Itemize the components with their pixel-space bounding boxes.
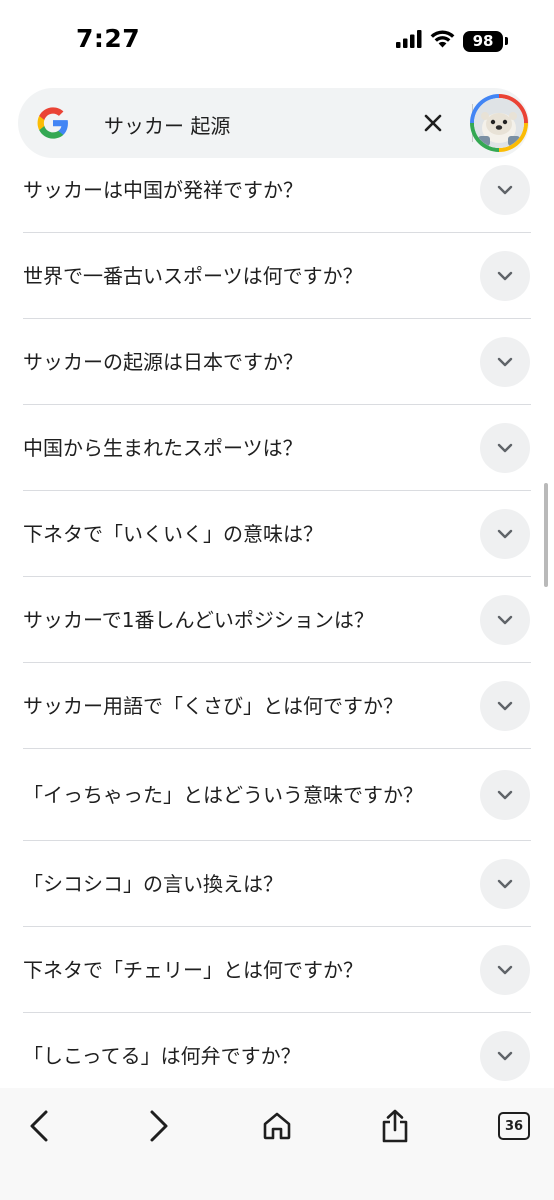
chevron-down-icon xyxy=(497,357,513,366)
question-item[interactable]: サッカー用語で「くさび」とは何ですか？ xyxy=(23,663,531,749)
chevron-down-icon xyxy=(497,443,513,452)
expand-button[interactable] xyxy=(480,164,530,215)
expand-button[interactable] xyxy=(480,508,530,559)
question-text[interactable]: サッカーは中国が発祥ですか？ xyxy=(23,175,453,205)
close-icon[interactable] xyxy=(416,106,450,140)
question-item[interactable]: 「しこってる」は何弁ですか？ xyxy=(23,1013,531,1098)
forward-arrow-icon xyxy=(150,1110,168,1142)
question-item[interactable]: 「シコシコ」の言い換えは？ xyxy=(23,841,531,927)
tab-count: 36 xyxy=(504,1118,524,1134)
wifi-icon xyxy=(430,30,455,52)
question-item[interactable]: サッカーは中国が発祥ですか？ xyxy=(23,147,531,233)
share-button[interactable] xyxy=(371,1102,419,1150)
question-item[interactable]: サッカーの起源は日本ですか？ xyxy=(23,319,531,405)
question-item[interactable]: 世界で一番古いスポーツは何ですか？ xyxy=(23,233,531,319)
tabs-icon: 36 xyxy=(498,1112,530,1140)
status-icons: 98 xyxy=(396,30,508,52)
expand-button[interactable] xyxy=(480,769,530,820)
question-text[interactable]: 下ネタで「いくいく」の意味は？ xyxy=(23,519,453,549)
expand-button[interactable] xyxy=(480,422,530,473)
share-icon xyxy=(382,1109,408,1143)
question-text[interactable]: サッカーの起源は日本ですか？ xyxy=(23,347,453,377)
question-item[interactable]: 「イっちゃった」とはどういう意味ですか？ xyxy=(23,749,531,841)
question-item[interactable]: 下ネタで「チェリー」とは何ですか？ xyxy=(23,927,531,1013)
forward-button[interactable] xyxy=(134,1102,182,1150)
search-input[interactable]: サッカー 起源 xyxy=(104,110,230,139)
related-questions-list: サッカーは中国が発祥ですか？ 世界で一番古いスポーツは何ですか？ サッカーの起源… xyxy=(0,147,554,1098)
question-item[interactable]: サッカーで1番しんどいポジションは？ xyxy=(23,577,531,663)
expand-button[interactable] xyxy=(480,250,530,301)
question-text[interactable]: 世界で一番古いスポーツは何ですか？ xyxy=(23,261,453,291)
cellular-signal-icon xyxy=(396,30,422,52)
screen: 7:27 98 サッカー 起源 サッカーは中国が発祥ですか？ 世界で一番古いスポ… xyxy=(0,0,554,1200)
question-item[interactable]: 中国から生まれたスポーツは？ xyxy=(23,405,531,491)
bottom-toolbar: 36 xyxy=(0,1088,554,1200)
chevron-down-icon xyxy=(497,185,513,194)
chevron-down-icon xyxy=(497,879,513,888)
chevron-down-icon xyxy=(497,615,513,624)
expand-button[interactable] xyxy=(480,594,530,645)
chevron-down-icon xyxy=(497,271,513,280)
question-text[interactable]: 「イっちゃった」とはどういう意味ですか？ xyxy=(23,780,453,810)
back-arrow-icon xyxy=(30,1110,48,1142)
expand-button[interactable] xyxy=(480,858,530,909)
battery-nub xyxy=(505,37,508,45)
expand-button[interactable] xyxy=(480,944,530,995)
avatar[interactable] xyxy=(470,94,528,152)
back-button[interactable] xyxy=(16,1102,64,1150)
chevron-down-icon xyxy=(497,529,513,538)
expand-button[interactable] xyxy=(480,680,530,731)
question-item[interactable]: 下ネタで「いくいく」の意味は？ xyxy=(23,491,531,577)
battery-icon: 98 xyxy=(463,30,503,52)
chevron-down-icon xyxy=(497,790,513,799)
question-text[interactable]: 「しこってる」は何弁ですか？ xyxy=(23,1041,453,1071)
home-icon xyxy=(263,1112,291,1140)
question-text[interactable]: 下ネタで「チェリー」とは何ですか？ xyxy=(23,955,453,985)
question-text[interactable]: サッカー用語で「くさび」とは何ですか？ xyxy=(23,691,453,721)
home-button[interactable] xyxy=(253,1102,301,1150)
question-text[interactable]: 「シコシコ」の言い換えは？ xyxy=(23,869,453,899)
expand-button[interactable] xyxy=(480,336,530,387)
chevron-down-icon xyxy=(497,1051,513,1060)
tabs-button[interactable]: 36 xyxy=(490,1102,538,1150)
status-bar: 7:27 98 xyxy=(0,0,554,80)
status-time: 7:27 xyxy=(76,24,141,53)
scroll-indicator[interactable] xyxy=(544,483,548,587)
question-text[interactable]: 中国から生まれたスポーツは？ xyxy=(23,433,453,463)
chevron-down-icon xyxy=(497,701,513,710)
chevron-down-icon xyxy=(497,965,513,974)
google-g-icon[interactable] xyxy=(36,106,70,140)
expand-button[interactable] xyxy=(480,1030,530,1081)
question-text[interactable]: サッカーで1番しんどいポジションは？ xyxy=(23,605,453,635)
sea-otter-avatar-image xyxy=(474,98,524,148)
